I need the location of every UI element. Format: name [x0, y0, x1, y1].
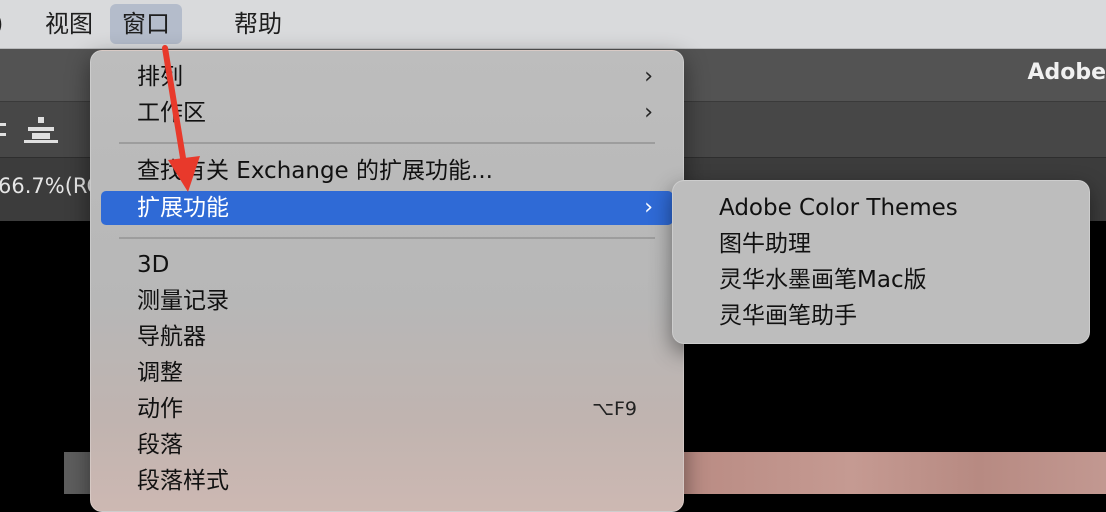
menu-item-adjustments[interactable]: 调整: [101, 356, 673, 390]
align-vertical-center-icon[interactable]: [24, 117, 58, 143]
menu-item-label: 3D: [137, 252, 170, 278]
menu-item-label: 调整: [137, 360, 183, 386]
menu-item-label: 段落: [137, 432, 183, 458]
menu-item-paragraph-styles[interactable]: 段落样式: [101, 464, 673, 498]
menu-item-actions[interactable]: 动作 ⌥F9: [101, 392, 673, 426]
align-icon[interactable]: [0, 117, 8, 143]
menu-item-label: 工作区: [137, 100, 206, 126]
menu-item-arrange[interactable]: 排列 ›: [101, 60, 673, 94]
menu-item-paragraph[interactable]: 段落: [101, 428, 673, 462]
extensions-submenu: Adobe Color Themes 图牛助理 灵华水墨画笔Mac版 灵华画笔助…: [672, 180, 1090, 344]
menubar-partial-item: ): [0, 4, 3, 44]
chevron-right-icon: ›: [644, 64, 653, 89]
app-brand-title: Adobe: [1027, 60, 1106, 85]
menu-help[interactable]: 帮助: [222, 4, 294, 44]
document-tab[interactable]: 66.7%(RC: [0, 174, 101, 198]
menu-item-workspace[interactable]: 工作区 ›: [101, 96, 673, 130]
submenu-item-adobe-color-themes[interactable]: Adobe Color Themes: [719, 190, 958, 226]
menu-item-label: 查找有关 Exchange 的扩展功能...: [137, 158, 493, 184]
menu-item-navigator[interactable]: 导航器: [101, 320, 673, 354]
window-menu-dropdown: 排列 › 工作区 › 查找有关 Exchange 的扩展功能... 扩展功能 ›…: [90, 50, 684, 512]
submenu-item-ink-brush-mac[interactable]: 灵华水墨画笔Mac版: [719, 262, 927, 298]
menu-item-label: 动作: [137, 396, 183, 422]
menu-item-find-extensions[interactable]: 查找有关 Exchange 的扩展功能...: [101, 154, 673, 188]
menu-item-label: 导航器: [137, 324, 206, 350]
canvas-image-right: [682, 452, 1106, 494]
menu-window[interactable]: 窗口: [110, 4, 182, 44]
menu-item-label: 排列: [137, 64, 183, 90]
menu-view[interactable]: 视图: [33, 4, 105, 44]
menu-separator: [119, 237, 655, 239]
menu-item-label: 段落样式: [137, 468, 229, 494]
submenu-item-brush-assistant[interactable]: 灵华画笔助手: [719, 298, 857, 334]
chevron-right-icon: ›: [644, 100, 653, 125]
chevron-right-icon: ›: [644, 195, 653, 220]
menu-item-3d[interactable]: 3D: [101, 248, 673, 282]
menu-item-measurement-log[interactable]: 测量记录: [101, 284, 673, 318]
menu-bar: ) 视图 窗口 帮助: [0, 0, 1106, 49]
menu-item-label: 测量记录: [137, 288, 229, 314]
menu-item-label: 扩展功能: [137, 195, 229, 221]
menu-separator: [119, 142, 655, 144]
keyboard-shortcut: ⌥F9: [592, 398, 637, 420]
menu-item-extensions[interactable]: 扩展功能 ›: [101, 191, 673, 225]
submenu-item-tuniu-assistant[interactable]: 图牛助理: [719, 226, 811, 262]
